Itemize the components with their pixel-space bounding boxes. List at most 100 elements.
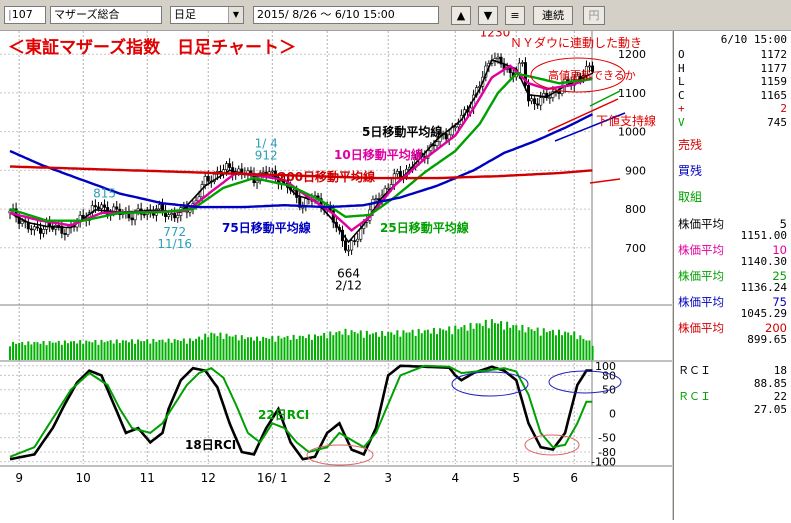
volume-bar [45, 345, 48, 360]
volume-bar [588, 340, 591, 360]
volume-bar [280, 338, 283, 360]
app-window: |107 マザーズ総合 日足 ▼ 2015/ 8/26 ～ 6/10 15:00… [0, 0, 791, 520]
price-tick-label: 800 [625, 203, 646, 216]
code-input[interactable]: |107 [4, 6, 46, 24]
continuous-button[interactable]: 連続 [533, 6, 573, 25]
volume-bar [298, 335, 301, 360]
volume-bar [472, 328, 475, 360]
volume-bar [185, 343, 188, 360]
volume-bar [18, 343, 21, 360]
volume-bar [347, 335, 350, 360]
volume-bar [353, 331, 356, 360]
candle-body [66, 227, 70, 235]
candle-body [453, 126, 457, 129]
volume-bar [454, 325, 457, 360]
candle-body [533, 98, 537, 105]
menu-button[interactable]: ≡ [505, 6, 525, 25]
x-tick-label: 5 [512, 471, 520, 485]
volume-bar [57, 340, 60, 360]
info-ma-value-row: 1136.24 [678, 282, 787, 294]
volume-bar [362, 337, 365, 360]
volume-bar [97, 344, 100, 360]
volume-bar [207, 337, 210, 360]
date-range[interactable]: 2015/ 8/26 ～ 6/10 15:00 [253, 6, 439, 24]
info-rci-value: 88.85 [753, 377, 787, 390]
volume-bar [54, 342, 57, 360]
volume-bar [91, 342, 94, 360]
volume-bar [179, 340, 182, 360]
info-ohlc-value: 1165 [760, 88, 788, 102]
volume-bar [155, 341, 158, 360]
volume-bar [265, 337, 268, 360]
chevron-down-icon[interactable]: ▼ [228, 7, 243, 23]
info-ohlc-value: 1172 [760, 48, 788, 61]
volume-bar [314, 334, 316, 360]
volume-bar [512, 325, 515, 360]
volume-bar [9, 346, 11, 360]
candle-body [261, 171, 265, 174]
candle-body [38, 227, 42, 234]
volume-bar [338, 331, 341, 360]
volume-bar [182, 338, 185, 360]
x-tick-label: 10 [76, 471, 91, 485]
volume-bar [432, 327, 435, 360]
annotation-ny: ＮＹダウに連動した動き [510, 35, 642, 50]
volume-bar [561, 335, 564, 360]
info-ma-label: 株価平均 [678, 269, 724, 283]
volume-bar [375, 332, 377, 360]
volume-bar [292, 334, 295, 360]
annotation-ma25: 25日移動平均線 [380, 220, 469, 235]
volume-bar [115, 339, 118, 360]
price-label: 2/12 [335, 279, 362, 293]
volume-bar [188, 338, 191, 360]
volume-bar [576, 339, 579, 360]
volume-bar [283, 337, 286, 360]
period-select[interactable]: 日足 ▼ [170, 6, 244, 24]
info-ohlc-label: O [678, 48, 685, 61]
info-ma-value-row: 1151.00 [678, 230, 787, 242]
volume-bar [567, 332, 570, 360]
volume-bar [329, 331, 332, 360]
volume-bar [42, 341, 45, 360]
candle-body [386, 187, 390, 190]
candle-body [170, 213, 174, 215]
volume-bar [109, 340, 112, 360]
candle-body [374, 198, 378, 200]
volume-bar [237, 340, 240, 360]
candle-body [530, 98, 534, 102]
volume-bar [378, 336, 381, 360]
info-ohlc-label: H [678, 61, 685, 75]
annotation-ma200: 200日移動平均線 [278, 169, 375, 184]
info-ma-label: 株価平均 [678, 243, 724, 257]
volume-bar [582, 338, 585, 360]
volume-bar [411, 329, 414, 360]
candle-body [517, 62, 521, 73]
volume-bar [231, 336, 234, 360]
info-rci-label-row: ＲＣＩ 18 [678, 365, 787, 377]
volume-bar [256, 336, 259, 360]
volume-bar [289, 339, 292, 360]
chart-area: 700 800 900 1000 1100 1200 100 80 50 0 -50 -80 -100 9… [0, 14, 672, 520]
volume-bar [320, 335, 323, 360]
volume-bar [249, 337, 252, 360]
volume-bar [405, 332, 408, 360]
volume-bar [399, 336, 402, 360]
info-ma-value: 899.65 [747, 333, 787, 346]
up-button[interactable]: ▲ [451, 6, 471, 25]
volume-bar [585, 340, 588, 360]
volume-bar [558, 329, 560, 360]
volume-bar [426, 329, 429, 360]
volume-bar [497, 323, 499, 360]
volume-bar [359, 330, 362, 360]
annotation-ma5: 5日移動平均線 [362, 124, 442, 139]
candle-body [539, 97, 543, 106]
down-button[interactable]: ▼ [478, 6, 498, 25]
info-ma-value-row: 1045.29 [678, 308, 787, 320]
name-field[interactable]: マザーズ総合 [50, 6, 162, 24]
candle-body [115, 206, 119, 210]
candle-body [356, 238, 360, 242]
volume-bar [542, 328, 545, 360]
yen-button[interactable]: 円 [583, 6, 605, 25]
volume-bar [436, 334, 438, 360]
volume-bar [240, 335, 243, 360]
